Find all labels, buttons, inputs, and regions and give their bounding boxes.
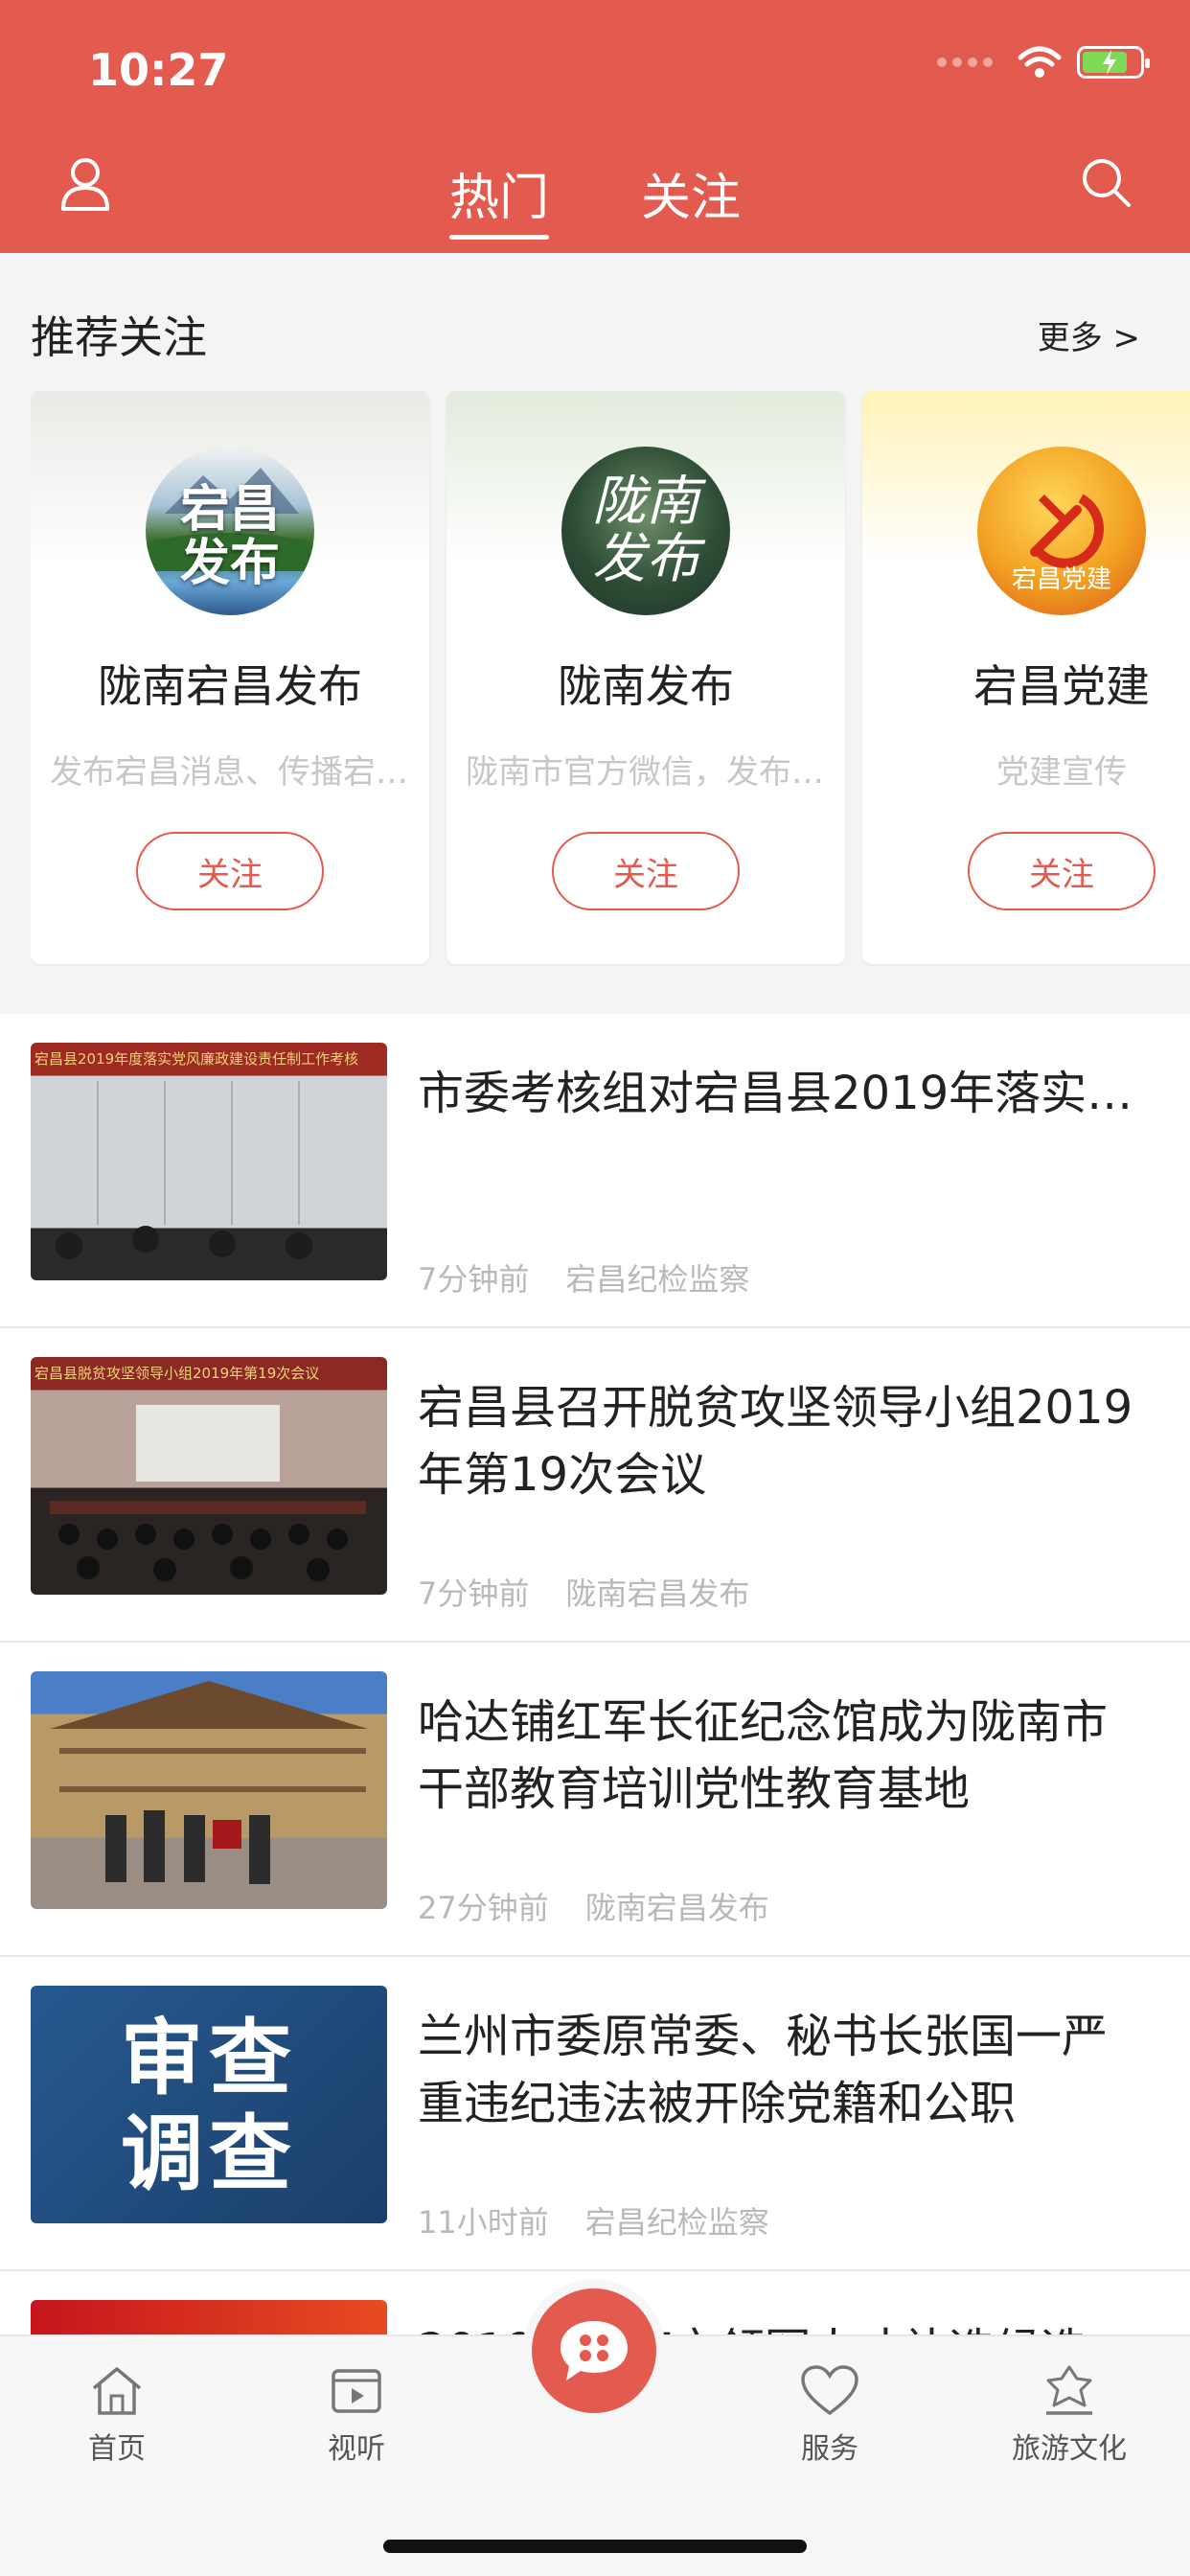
news-title: 宕昌县召开脱贫攻坚领导小组2019年第19次会议 xyxy=(418,1381,1133,1502)
chat-icon xyxy=(561,2321,628,2380)
news-source: 陇南宕昌发布 xyxy=(584,1890,769,1926)
landmark-icon xyxy=(1046,2365,1092,2415)
top-tabs: 热门 关注 xyxy=(0,153,1190,249)
news-meta: 11小时前 宕昌纪检监察 xyxy=(418,2198,769,2242)
home-icon xyxy=(92,2367,142,2415)
nav-video[interactable]: 视听 xyxy=(280,2363,433,2467)
account-desc: 党建宣传 xyxy=(996,753,1127,792)
account-logo: 陇南 发布 xyxy=(561,447,730,615)
recommend-card[interactable]: 宕昌党建 宕昌党建 党建宣传 关注 xyxy=(862,391,1190,964)
news-item[interactable]: 宕昌县2019年度落实党风廉政建设责任制工作考核 市委考核组对宕昌县2019年落… xyxy=(0,1014,1190,1328)
tab-hot[interactable]: 热门 xyxy=(447,153,551,249)
follow-button[interactable]: 关注 xyxy=(552,832,740,910)
recommend-card[interactable]: 陇南发布 陇南发布 陇南市官方微信，发布权威信息 关注 xyxy=(446,391,845,964)
news-item[interactable]: 审查 调查 兰州市委原常委、秘书长张国一严重违纪违法被开除党籍和公职 11小时前宕… xyxy=(0,1957,1190,2271)
recommend-title: 推荐关注 xyxy=(31,311,207,363)
account-logo: 宕昌 发布 xyxy=(146,447,314,615)
top-header: 10:27 热门 关注 xyxy=(0,0,1190,253)
more-link[interactable]: 更多 > xyxy=(1038,311,1140,358)
news-thumbnail xyxy=(31,1671,387,1909)
home-indicator xyxy=(383,2540,807,2553)
account-name: 宕昌党建 xyxy=(973,660,1150,712)
battery-icon xyxy=(1077,46,1150,79)
follow-button[interactable]: 关注 xyxy=(968,832,1156,910)
news-source: 陇南宕昌发布 xyxy=(565,1576,750,1612)
news-title: 哈达铺红军长征纪念馆成为陇南市干部教育培训党性教育基地 xyxy=(418,1695,1109,1816)
news-source: 宕昌纪检监察 xyxy=(565,1261,750,1298)
news-time: 7分钟前 xyxy=(418,1576,530,1612)
news-thumbnail: 宕昌县2019年度落实党风廉政建设责任制工作考核 xyxy=(31,1043,387,1280)
news-item[interactable]: 宕昌县脱贫攻坚领导小组2019年第19次会议 宕昌县召开脱贫攻坚领导小组2019… xyxy=(0,1328,1190,1643)
tab-follow[interactable]: 关注 xyxy=(639,153,743,249)
nav-label: 视听 xyxy=(328,2432,385,2466)
status-icons xyxy=(937,46,1150,79)
nav-service[interactable]: 服务 xyxy=(753,2363,906,2467)
logo-text: 陇南 发布 xyxy=(592,471,699,590)
news-source: 宕昌纪检监察 xyxy=(584,2204,769,2241)
signal-icon xyxy=(937,58,993,67)
news-thumbnail: 宕昌县脱贫攻坚领导小组2019年第19次会议 xyxy=(31,1357,387,1595)
status-time: 10:27 xyxy=(88,44,229,96)
logo-text: 宕昌 发布 xyxy=(179,481,280,592)
account-logo: 宕昌党建 xyxy=(977,447,1146,615)
news-meta: 7分钟前 宕昌纪检监察 xyxy=(418,1255,749,1300)
search-icon[interactable] xyxy=(1079,155,1133,209)
nav-home[interactable]: 首页 xyxy=(40,2363,194,2467)
news-time: 11小时前 xyxy=(418,2204,549,2241)
news-title: 市委考核组对宕昌县2019年落实党风廉政建设责任制工作进行考核 xyxy=(418,1067,1142,1120)
follow-button[interactable]: 关注 xyxy=(136,832,324,910)
wifi-icon xyxy=(1018,46,1062,78)
account-desc: 陇南市官方微信，发布权威信息 xyxy=(466,753,826,792)
recommend-header: 推荐关注 更多 > xyxy=(31,303,1140,366)
news-time: 7分钟前 xyxy=(418,1261,530,1298)
news-meta: 27分钟前 陇南宕昌发布 xyxy=(418,1884,769,1928)
video-icon xyxy=(332,2369,381,2413)
account-name: 陇南宕昌发布 xyxy=(98,660,362,712)
nav-tourism[interactable]: 旅游文化 xyxy=(993,2363,1146,2467)
news-title: 兰州市委原常委、秘书长张国一严重违纪违法被开除党籍和公职 xyxy=(418,2010,1109,2130)
thumb-line1: 审查 xyxy=(121,2011,297,2106)
nav-label: 服务 xyxy=(801,2432,858,2466)
account-name: 陇南发布 xyxy=(558,660,734,712)
account-desc: 发布宕昌消息、传播宕昌声音 xyxy=(50,753,410,792)
heart-icon xyxy=(801,2365,858,2416)
thumb-title-text: 审查 调查 xyxy=(31,2011,387,2202)
news-time: 27分钟前 xyxy=(418,1890,549,1926)
nav-label: 首页 xyxy=(88,2432,146,2466)
news-thumbnail: 审查 调查 xyxy=(31,1986,387,2223)
center-chat-button[interactable] xyxy=(532,2288,656,2413)
thumb-line2: 调查 xyxy=(121,2106,297,2202)
recommend-card[interactable]: 宕昌发布 陇南宕昌发布 发布宕昌消息、传播宕昌声音 关注 xyxy=(31,391,429,964)
nav-label: 旅游文化 xyxy=(1012,2432,1127,2466)
news-meta: 7分钟前 陇南宕昌发布 xyxy=(418,1570,749,1614)
recommend-cards: 宕昌发布 陇南宕昌发布 发布宕昌消息、传播宕昌声音 关注 陇南发布 陇南发布 陇… xyxy=(31,391,1190,966)
logo-text: 宕昌党建 xyxy=(1011,565,1111,594)
news-item[interactable]: 哈达铺红军长征纪念馆成为陇南市干部教育培训党性教育基地 27分钟前 陇南宕昌发布 xyxy=(0,1643,1190,1957)
